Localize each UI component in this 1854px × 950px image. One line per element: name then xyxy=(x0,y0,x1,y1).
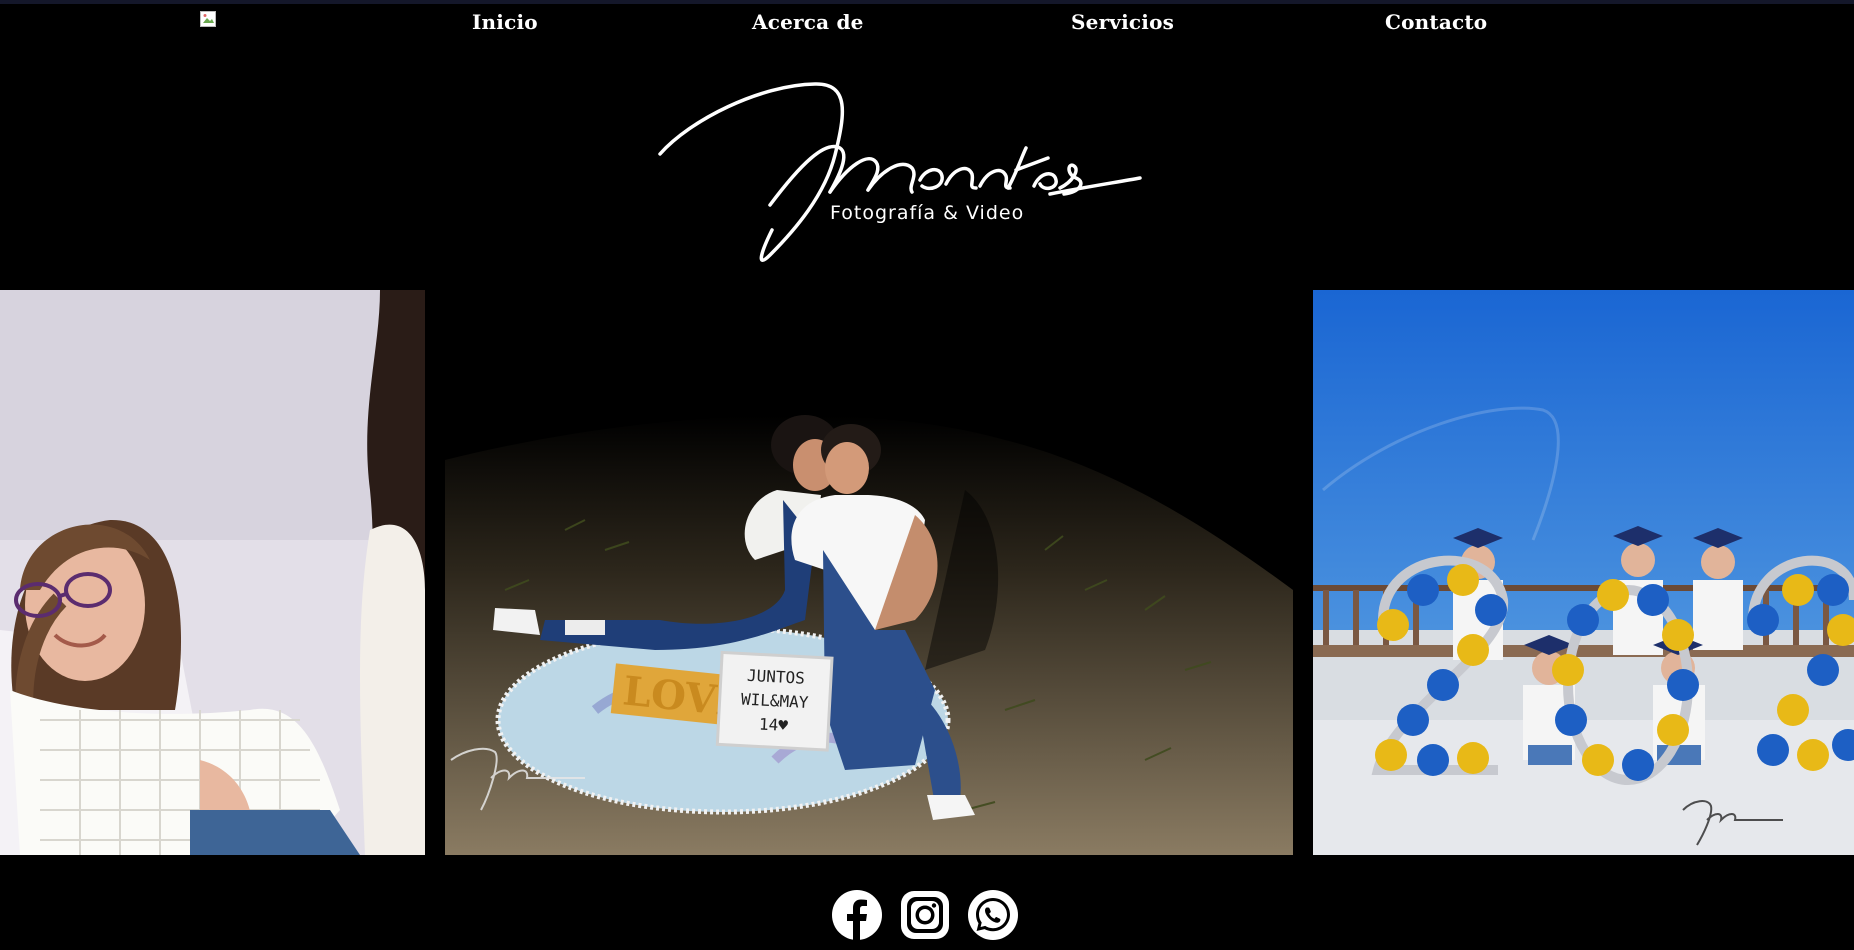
logo-tagline: Fotografía & Video xyxy=(830,202,1025,224)
momentos-signature-logo xyxy=(658,82,1142,262)
graduation-photo-illustration xyxy=(1313,290,1854,855)
facebook-link[interactable] xyxy=(831,889,883,941)
top-navigation: Inicio Acerca de Servicios Contacto xyxy=(0,0,1854,46)
photo-carousel[interactable]: LOVE JUNTOS WIL&MAY 14♥ xyxy=(0,290,1854,855)
nav-link-contacto[interactable]: Contacto xyxy=(1385,10,1487,34)
gallery-photo-portrait[interactable] xyxy=(0,290,425,855)
svg-text:WIL&MAY: WIL&MAY xyxy=(741,690,810,713)
facebook-icon xyxy=(832,890,882,940)
svg-text:JUNTOS: JUNTOS xyxy=(747,666,806,688)
nav-link-servicios[interactable]: Servicios xyxy=(1071,10,1174,34)
broken-image-icon xyxy=(200,11,216,27)
letterboard-sign: JUNTOS WIL&MAY 14♥ xyxy=(715,650,834,752)
nav-link-acerca-de[interactable]: Acerca de xyxy=(752,10,864,34)
gallery-photo-couple[interactable]: LOVE JUNTOS WIL&MAY 14♥ xyxy=(445,290,1293,855)
brand-logo[interactable]: Fotografía & Video xyxy=(650,70,1150,270)
instagram-link[interactable] xyxy=(899,889,951,941)
gallery-photo-graduation[interactable] xyxy=(1313,290,1854,855)
nav-link-inicio[interactable]: Inicio xyxy=(472,10,538,34)
instagram-icon xyxy=(901,891,949,939)
portrait-photo-illustration xyxy=(0,290,425,855)
svg-text:14♥: 14♥ xyxy=(759,714,789,735)
whatsapp-link[interactable] xyxy=(967,889,1019,941)
whatsapp-icon xyxy=(968,890,1018,940)
couple-photo-illustration: LOVE JUNTOS WIL&MAY 14♥ xyxy=(445,290,1293,855)
